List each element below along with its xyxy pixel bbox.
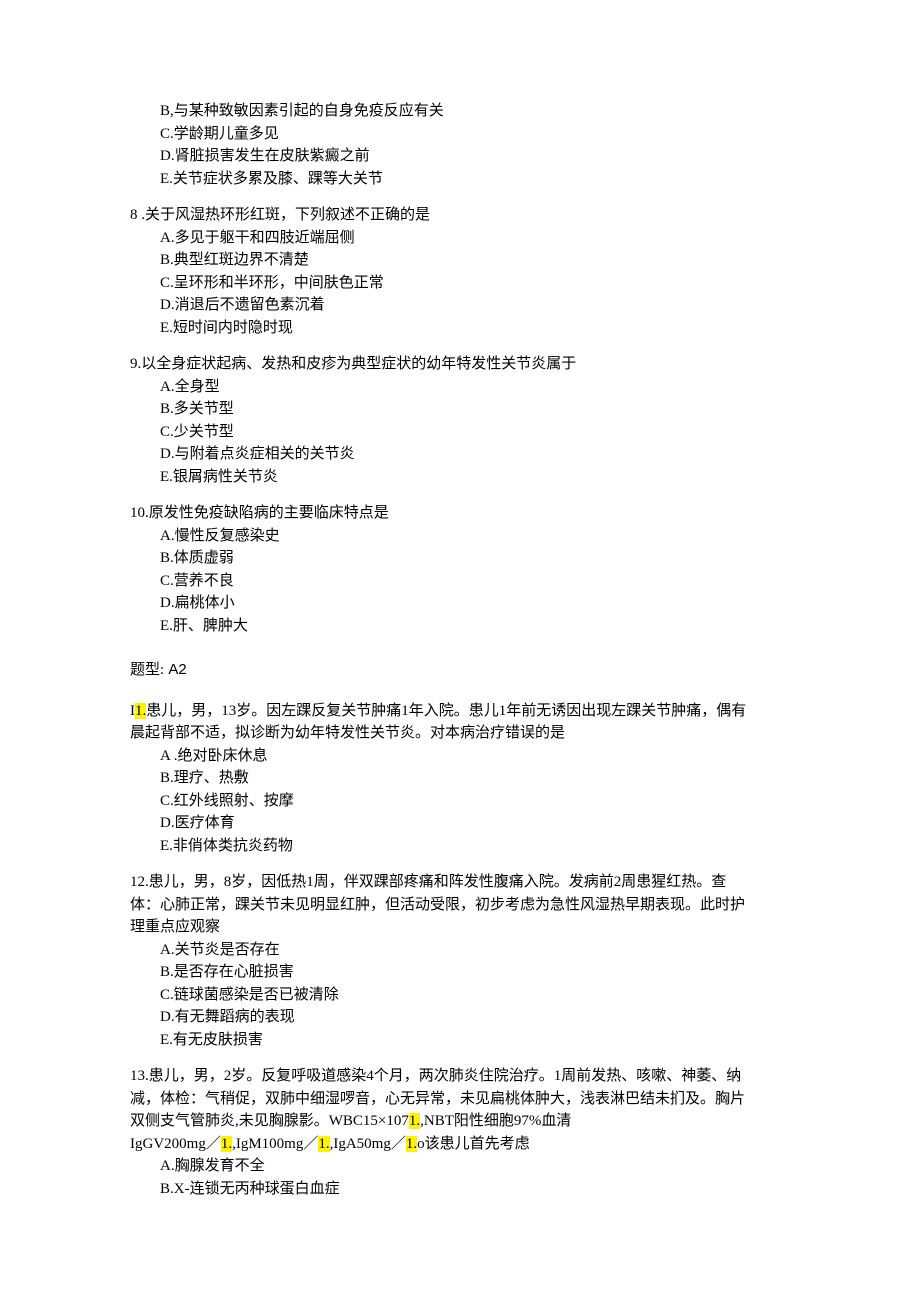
question-12: 12.患儿，男，8岁，因低热1周，伴双踝部疼痛和阵发性腹痛入院。发病前2周患猩红… [130, 871, 805, 1051]
highlight-text: 1. [406, 1136, 417, 1152]
option-list: A .绝对卧床休息 B.理疗、热敷 C.红外线照射、按摩 D.医疗体育 E.非俏… [130, 745, 805, 858]
stem-text: o该患儿首先考虑 [417, 1136, 530, 1152]
question-stem-line3: 理重点应观察 [130, 916, 805, 939]
option-c: C.营养不良 [160, 570, 805, 593]
question-10: 10.原发性免疫缺陷病的主要临床特点是 A.慢性反复感染史 B.体质虚弱 C.营… [130, 502, 805, 637]
stem-text: ,IgA50mg／ [330, 1136, 406, 1152]
highlight-text: 1. [221, 1136, 232, 1152]
stem-text: ,NBT阳性细胞97%血清 [420, 1113, 571, 1129]
option-e: E.非俏体类抗炎药物 [160, 835, 805, 858]
question-13: 13.患儿，男，2岁。反复呼吸道感染4个月，两次肺炎住院治疗。1周前发热、咳嗽、… [130, 1065, 805, 1200]
question-11: I1.患儿，男，13岁。因左踝反复关节肿痛1年入院。患儿1年前无诱因出现左踝关节… [130, 700, 805, 858]
option-c: C.红外线照射、按摩 [160, 790, 805, 813]
option-list: B,与某种致敏因素引起的自身免疫反应有关 C.学龄期儿童多见 D.肾脏损害发生在… [130, 100, 805, 190]
option-a: A.多见于躯干和四肢近端屈侧 [160, 227, 805, 250]
question-number: 12. [130, 874, 149, 890]
option-a: A.胸腺发育不全 [160, 1155, 805, 1178]
question-7-partial: B,与某种致敏因素引起的自身免疫反应有关 C.学龄期儿童多见 D.肾脏损害发生在… [130, 100, 805, 190]
option-b: B.是否存在心脏损害 [160, 961, 805, 984]
question-number: 8 [130, 207, 138, 223]
question-text: 以全身症状起病、发热和皮疹为典型症状的幼年特发性关节炎属于 [141, 356, 576, 372]
option-d: D.医疗体育 [160, 812, 805, 835]
stem-text: 患儿，男，13岁。因左踝反复关节肿痛1年入院。患儿1年前无诱因出现左踝关节肿痛，… [146, 703, 746, 719]
option-list: A.慢性反复感染史 B.体质虚弱 C.营养不良 D.扁桃体小 E.肝、脾肿大 [130, 525, 805, 638]
option-d: D.有无舞蹈病的表现 [160, 1006, 805, 1029]
option-e: E.肝、脾肿大 [160, 615, 805, 638]
section-code: A2 [168, 661, 186, 678]
option-a: A.全身型 [160, 376, 805, 399]
highlight-text: 1. [409, 1113, 420, 1129]
option-c: C.链球菌感染是否已被清除 [160, 984, 805, 1007]
question-stem-line1: 12.患儿，男，8岁，因低热1周，伴双踝部疼痛和阵发性腹痛入院。发病前2周患猩红… [130, 871, 805, 894]
option-list: A.关节炎是否存在 B.是否存在心脏损害 C.链球菌感染是否已被清除 D.有无舞… [130, 939, 805, 1052]
stem-text: IgGV200mg／ [130, 1136, 221, 1152]
stem-text: 双侧支气管肺炎,未见胸腺影。WBC15×107 [130, 1113, 409, 1129]
question-text: .关于风湿热环形红斑，下列叙述不正确的是 [141, 207, 430, 223]
option-d: D.肾脏损害发生在皮肤紫癜之前 [160, 145, 805, 168]
option-b: B.多关节型 [160, 398, 805, 421]
question-text: 原发性免疫缺陷病的主要临床特点是 [149, 505, 389, 521]
option-b: B.体质虚弱 [160, 547, 805, 570]
question-stem: 9.以全身症状起病、发热和皮疹为典型症状的幼年特发性关节炎属于 [130, 353, 805, 376]
question-stem-line1: I1.患儿，男，13岁。因左踝反复关节肿痛1年入院。患儿1年前无诱因出现左踝关节… [130, 700, 805, 723]
option-e: E.短时间内时隐时现 [160, 317, 805, 340]
document-page: B,与某种致敏因素引起的自身免疫反应有关 C.学龄期儿童多见 D.肾脏损害发生在… [0, 0, 920, 1294]
option-list: A.全身型 B.多关节型 C.少关节型 D.与附着点炎症相关的关节炎 E.银屑病… [130, 376, 805, 489]
option-b: B.X-连锁无丙种球蛋白血症 [160, 1178, 805, 1201]
option-a: A .绝对卧床休息 [160, 745, 805, 768]
option-e: E.银屑病性关节炎 [160, 466, 805, 489]
stem-text: 患儿，男，2岁。反复呼吸道感染4个月，两次肺炎住院治疗。1周前发热、咳嗽、神萎、… [149, 1068, 742, 1084]
question-number: 13. [130, 1068, 149, 1084]
question-stem-line2: 减，体检：气稍促，双肺中细湿啰音，心无异常，未见扁桃体肿大，浅表淋巴结未扪及。胸… [130, 1088, 805, 1111]
question-stem-line2: 晨起背部不适，拟诊断为幼年特发性关节炎。对本病治疗错误的是 [130, 722, 805, 745]
question-number: 9. [130, 356, 141, 372]
option-list: A.多见于躯干和四肢近端屈侧 B.典型红斑边界不清楚 C.呈环形和半环形，中间肤… [130, 227, 805, 340]
section-header: 题型: A2 [130, 659, 805, 682]
option-b: B,与某种致敏因素引起的自身免疫反应有关 [160, 100, 805, 123]
option-e: E.关节症状多累及膝、踝等大关节 [160, 168, 805, 191]
question-stem: 10.原发性免疫缺陷病的主要临床特点是 [130, 502, 805, 525]
option-c: C.少关节型 [160, 421, 805, 444]
option-e: E.有无皮肤损害 [160, 1029, 805, 1052]
option-a: A.慢性反复感染史 [160, 525, 805, 548]
question-stem-line2: 体：心肺正常，踝关节未见明显红肿，但活动受限，初步考虑为急性风湿热早期表现。此时… [130, 894, 805, 917]
stem-text: ,IgM100mg／ [232, 1136, 318, 1152]
option-a: A.关节炎是否存在 [160, 939, 805, 962]
question-stem: 8 .关于风湿热环形红斑，下列叙述不正确的是 [130, 204, 805, 227]
highlight-text: 1. [318, 1136, 329, 1152]
question-stem-line3: 双侧支气管肺炎,未见胸腺影。WBC15×1071.,NBT阳性细胞97%血清 [130, 1110, 805, 1133]
option-b: B.典型红斑边界不清楚 [160, 249, 805, 272]
option-list: A.胸腺发育不全 B.X-连锁无丙种球蛋白血症 [130, 1155, 805, 1200]
question-8: 8 .关于风湿热环形红斑，下列叙述不正确的是 A.多见于躯干和四肢近端屈侧 B.… [130, 204, 805, 339]
option-c: C.呈环形和半环形，中间肤色正常 [160, 272, 805, 295]
option-d: D.扁桃体小 [160, 592, 805, 615]
question-stem-line4: IgGV200mg／1.,IgM100mg／1.,IgA50mg／1.o该患儿首… [130, 1133, 805, 1156]
highlight-number: 1. [135, 703, 146, 719]
option-d: D.与附着点炎症相关的关节炎 [160, 443, 805, 466]
stem-text: 患儿，男，8岁，因低热1周，伴双踝部疼痛和阵发性腹痛入院。发病前2周患猩红热。查 [149, 874, 727, 890]
question-number: 10. [130, 505, 149, 521]
option-b: B.理疗、热敷 [160, 767, 805, 790]
option-c: C.学龄期儿童多见 [160, 123, 805, 146]
question-9: 9.以全身症状起病、发热和皮疹为典型症状的幼年特发性关节炎属于 A.全身型 B.… [130, 353, 805, 488]
option-d: D.消退后不遗留色素沉着 [160, 294, 805, 317]
section-label: 题型: [130, 662, 164, 678]
question-stem-line1: 13.患儿，男，2岁。反复呼吸道感染4个月，两次肺炎住院治疗。1周前发热、咳嗽、… [130, 1065, 805, 1088]
